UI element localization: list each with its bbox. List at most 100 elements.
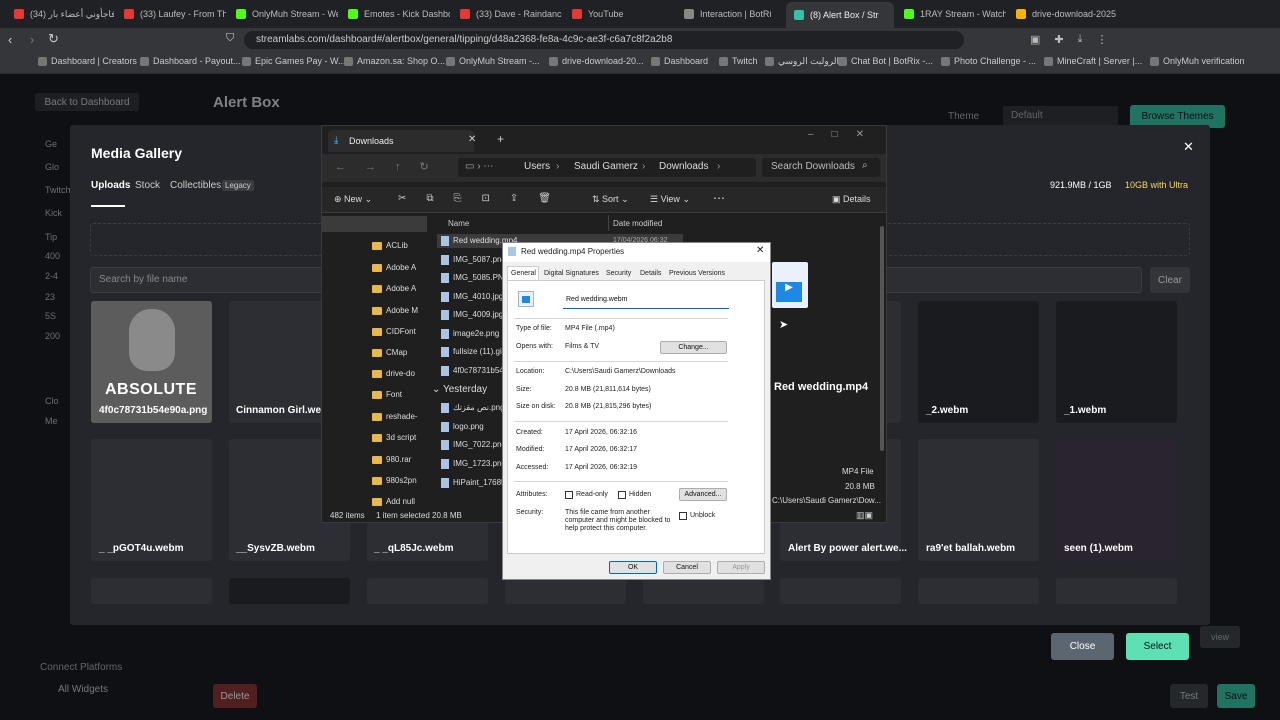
file-row[interactable]: HiPaint_17685 bbox=[441, 478, 505, 488]
close-button[interactable]: Close bbox=[1051, 633, 1114, 660]
browser-tab[interactable]: (34) فاجأوني أعضاء بار bbox=[6, 3, 114, 25]
explorer-scrollbar[interactable] bbox=[880, 226, 884, 451]
sidebar-item[interactable]: Tip bbox=[45, 232, 57, 242]
sidebar-item[interactable]: Kick bbox=[45, 208, 62, 218]
new-tab-icon[interactable]: + bbox=[497, 132, 504, 146]
tab-uploads[interactable]: Uploads bbox=[91, 180, 130, 191]
nav-folder[interactable]: 980.rar bbox=[372, 455, 411, 464]
nav-folder[interactable]: ACLib bbox=[372, 241, 408, 250]
properties-tab[interactable]: Digital Signatures bbox=[544, 270, 599, 277]
nav-folder[interactable]: CMap bbox=[372, 348, 407, 357]
readonly-checkbox[interactable] bbox=[565, 491, 573, 499]
new-button[interactable]: ⊕ New ⌄ bbox=[334, 194, 372, 205]
bookmark-item[interactable]: OnlyMuh verification bbox=[1150, 56, 1245, 66]
browser-tab[interactable]: Interaction | BotRi bbox=[676, 3, 784, 25]
nav-folder[interactable]: reshade- bbox=[372, 412, 418, 421]
sidebar-item[interactable]: Me bbox=[45, 416, 58, 426]
nav-folder[interactable]: Adobe A bbox=[372, 263, 416, 272]
sidebar-item[interactable]: Twitch bbox=[45, 185, 71, 195]
unblock-checkbox[interactable] bbox=[679, 512, 687, 520]
puzzle-icon[interactable]: ✚ bbox=[1054, 33, 1063, 46]
advanced-button[interactable]: Advanced... bbox=[679, 488, 727, 501]
ok-button[interactable]: OK bbox=[609, 561, 657, 574]
bookmark-item[interactable]: Dashboard - Payout... bbox=[140, 56, 241, 66]
group-header[interactable]: ⌄ Yesterday bbox=[432, 384, 487, 395]
url-field[interactable]: streamlabs.com/dashboard#/alertbox/gener… bbox=[244, 31, 964, 49]
file-row[interactable]: image2e.png bbox=[441, 329, 499, 339]
hidden-checkbox[interactable] bbox=[618, 491, 626, 499]
browser-tab[interactable]: (33) Laufey - From The bbox=[116, 3, 226, 25]
sidebar-item[interactable]: Glo bbox=[45, 162, 59, 172]
media-thumbnail[interactable] bbox=[918, 578, 1039, 604]
bookmark-item[interactable]: Dashboard | Creators bbox=[38, 56, 137, 66]
close-tab-icon[interactable]: ✕ bbox=[468, 134, 476, 145]
bookmark-item[interactable]: Dashboard bbox=[651, 56, 708, 66]
forward-icon[interactable]: › bbox=[30, 32, 34, 47]
sidebar-item[interactable]: 23 bbox=[45, 292, 55, 302]
media-thumbnail[interactable] bbox=[643, 578, 764, 604]
media-thumbnail[interactable] bbox=[229, 578, 350, 604]
bookmark-item[interactable]: MineCraft | Server |... bbox=[1044, 56, 1142, 66]
media-thumbnail[interactable] bbox=[1056, 578, 1177, 604]
window-controls[interactable]: –□✕ bbox=[808, 129, 882, 140]
cancel-button[interactable]: Cancel bbox=[663, 561, 711, 574]
browser-tab[interactable]: (8) Alert Box / Str bbox=[786, 2, 894, 28]
breadcrumb-user[interactable]: Saudi Gamerz bbox=[574, 161, 638, 172]
file-row[interactable]: نص مقزتك.png bbox=[441, 403, 505, 413]
tab-stock[interactable]: Stock bbox=[135, 180, 160, 191]
tab-collectibles[interactable]: Collectibles bbox=[170, 180, 221, 191]
properties-tab[interactable]: Security bbox=[606, 270, 631, 277]
bookmark-item[interactable]: الرولبت الروسي bbox=[765, 56, 839, 67]
ultra-upsell[interactable]: 10GB with Ultra bbox=[1125, 180, 1188, 190]
media-thumbnail[interactable] bbox=[91, 578, 212, 604]
downloads-icon[interactable]: ⤓ bbox=[1078, 33, 1083, 46]
properties-tab[interactable]: Previous Versions bbox=[669, 270, 725, 277]
close-icon[interactable]: ✕ bbox=[1183, 139, 1194, 155]
filename-field[interactable]: Red wedding.webm bbox=[563, 294, 729, 309]
browser-tab[interactable]: (33) Dave - Raindance bbox=[452, 3, 562, 25]
browser-tab[interactable]: 1RAY Stream - Watch bbox=[896, 3, 1006, 25]
bookmark-item[interactable]: Epic Games Pay - W... bbox=[242, 56, 346, 66]
apply-button[interactable]: Apply bbox=[717, 561, 765, 574]
sidebar-item[interactable]: 200 bbox=[45, 331, 60, 341]
file-row[interactable]: logo.png bbox=[441, 422, 484, 432]
browser-tab[interactable]: YouTube bbox=[564, 3, 674, 25]
details-pane-button[interactable]: ▣ Details bbox=[832, 194, 871, 205]
nav-folder[interactable]: 980s2pn bbox=[372, 476, 417, 485]
bookmark-item[interactable]: Chat Bot | BotRix -... bbox=[838, 56, 933, 66]
file-row[interactable]: IMG_7022.png bbox=[441, 440, 506, 450]
nav-folder[interactable]: CIDFont bbox=[372, 327, 416, 336]
sidebar-item[interactable]: Clo bbox=[45, 396, 59, 406]
save-button[interactable]: Save bbox=[1217, 684, 1255, 708]
menu-icon[interactable]: ⋮ bbox=[1097, 33, 1108, 46]
breadcrumb-downloads[interactable]: Downloads bbox=[659, 161, 708, 172]
close-icon[interactable]: ✕ bbox=[756, 245, 764, 256]
preview-button[interactable]: view bbox=[1200, 626, 1240, 648]
file-row[interactable]: IMG_5087.png bbox=[441, 255, 506, 265]
reload-icon[interactable]: ↻ bbox=[48, 31, 59, 47]
change-button[interactable]: Change... bbox=[660, 341, 727, 354]
file-row[interactable]: IMG_5085.PNG bbox=[441, 273, 510, 283]
extension-icon[interactable]: ▣ bbox=[1030, 33, 1040, 46]
media-thumbnail[interactable] bbox=[505, 578, 626, 604]
bookmark-item[interactable]: Photo Challenge - ... bbox=[941, 56, 1036, 66]
file-row[interactable]: IMG_1723.png bbox=[441, 459, 506, 469]
browser-tab[interactable]: OnlyMuh Stream - We bbox=[228, 3, 338, 25]
nav-folder[interactable]: Adobe A bbox=[372, 284, 416, 293]
sidebar-item[interactable]: 400 bbox=[45, 251, 60, 261]
file-row[interactable]: IMG_4009.jpg bbox=[441, 310, 503, 320]
view-toggle-icons[interactable]: ▥▣ bbox=[856, 510, 882, 520]
clear-button[interactable]: Clear bbox=[1150, 267, 1190, 293]
properties-tab[interactable]: General bbox=[511, 270, 536, 277]
sidebar-item[interactable]: Ge bbox=[45, 139, 57, 149]
explorer-nav-arrows[interactable]: ←→↑↻ bbox=[335, 160, 448, 173]
select-button[interactable]: Select bbox=[1126, 633, 1189, 660]
sidebar-item[interactable]: 5S bbox=[45, 311, 56, 321]
bookmark-item[interactable]: OnlyMuh Stream -... bbox=[446, 56, 540, 66]
breadcrumb-users[interactable]: Users bbox=[524, 161, 550, 172]
file-row[interactable]: 4f0c78731b54 bbox=[441, 366, 504, 376]
back-icon[interactable]: ‹ bbox=[8, 32, 12, 47]
theme-select[interactable]: Default bbox=[1003, 106, 1118, 127]
nav-folder[interactable]: drive-do bbox=[372, 369, 415, 378]
nav-folder[interactable]: Font bbox=[372, 390, 402, 399]
